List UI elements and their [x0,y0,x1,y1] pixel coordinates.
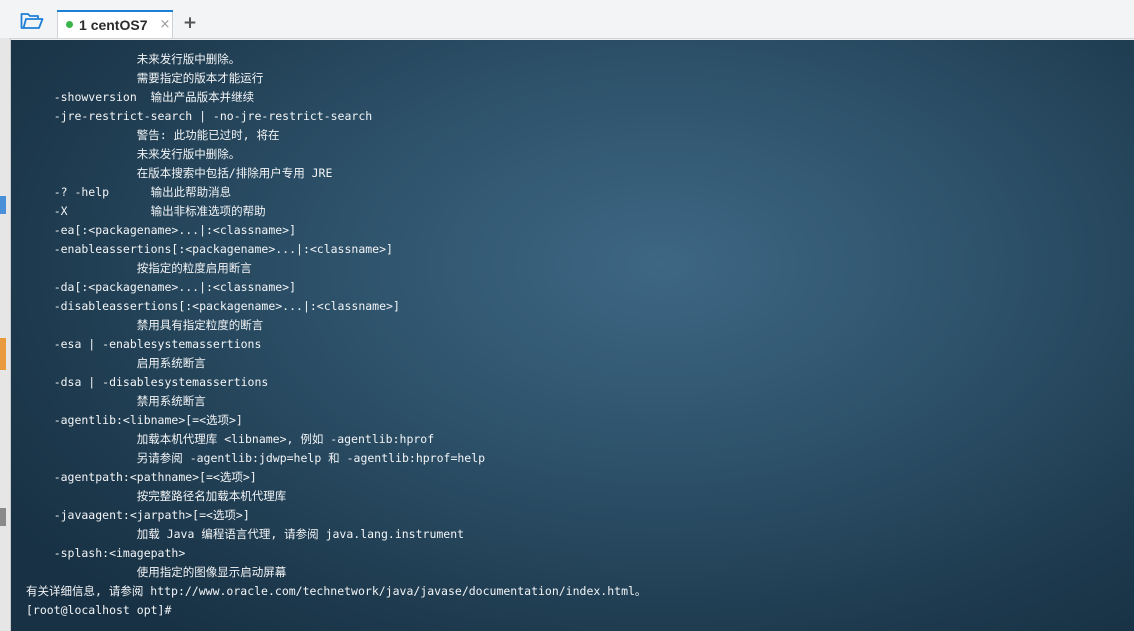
terminal-line: 加载 Java 编程语言代理, 请参阅 java.lang.instrument [26,527,465,541]
terminal-line: -splash:<imagepath> [26,546,186,560]
terminal-line: -showversion 输出产品版本并继续 [26,90,255,104]
left-panel-edge [0,38,11,631]
terminal-line: -dsa | -disablesystemassertions [26,375,269,389]
terminal-line: 警告: 此功能已过时, 将在 [26,128,280,142]
terminal-line: -jre-restrict-search | -no-jre-restrict-… [26,109,373,123]
terminal-line: [root@localhost opt]# [26,603,172,617]
terminal-line: 按完整路径名加载本机代理库 [26,489,287,503]
terminal-line: 使用指定的图像显示启动屏幕 [26,565,287,579]
tab-bar: 1 centOS7 × + [0,0,1134,39]
terminal-line: 启用系统断言 [26,356,206,370]
terminal-line: -enableassertions[:<packagename>...|:<cl… [26,242,393,256]
terminal-line: -agentlib:<libname>[=<选项>] [26,413,243,427]
folder-icon [20,13,44,29]
terminal-line: -ea[:<packagename>...|:<classname>] [26,223,297,237]
terminal-line: 有关详细信息, 请参阅 http://www.oracle.com/techne… [26,584,647,598]
tab-label: 1 centOS7 [79,17,148,33]
terminal-line: 未来发行版中删除。 [26,147,241,161]
terminal-line: 加载本机代理库 <libname>, 例如 -agentlib:hprof [26,432,435,446]
terminal-line: -da[:<packagename>...|:<classname>] [26,280,297,294]
terminal-line: -? -help 输出此帮助消息 [26,185,232,199]
new-tab-button[interactable]: + [180,12,200,34]
terminal-line: 在版本搜索中包括/排除用户专用 JRE [26,166,333,180]
tab-title: centOS7 [90,16,148,33]
terminal-line: 未来发行版中删除。 [26,52,241,66]
active-tab-indicator [57,10,173,12]
tab-number: 1 [79,16,87,33]
terminal-line: 另请参阅 -agentlib:jdwp=help 和 -agentlib:hpr… [26,451,486,465]
terminal-line: -disableassertions[:<packagename>...|:<c… [26,299,400,313]
terminal-output[interactable]: 未来发行版中删除。 需要指定的版本才能运行 -showversion 输出产品版… [11,40,1134,631]
panel-marker [0,196,6,214]
terminal-line: -esa | -enablesystemassertions [26,337,262,351]
open-folder-button[interactable] [14,8,50,34]
close-tab-icon[interactable]: × [160,18,171,31]
panel-marker [0,338,6,370]
terminal-line: 需要指定的版本才能运行 [26,71,264,85]
terminal-line: -agentpath:<pathname>[=<选项>] [26,470,257,484]
terminal-line: 禁用系统断言 [26,394,206,408]
terminal-line: -X 输出非标准选项的帮助 [26,204,266,218]
terminal-lines: 未来发行版中删除。 需要指定的版本才能运行 -showversion 输出产品版… [26,50,646,620]
panel-marker [0,508,6,526]
terminal-line: -javaagent:<jarpath>[=<选项>] [26,508,250,522]
tab-centos7[interactable]: 1 centOS7 × [57,10,173,38]
terminal-line: 按指定的粒度启用断言 [26,261,252,275]
connected-status-icon [66,21,73,28]
terminal-line: 禁用具有指定粒度的断言 [26,318,264,332]
